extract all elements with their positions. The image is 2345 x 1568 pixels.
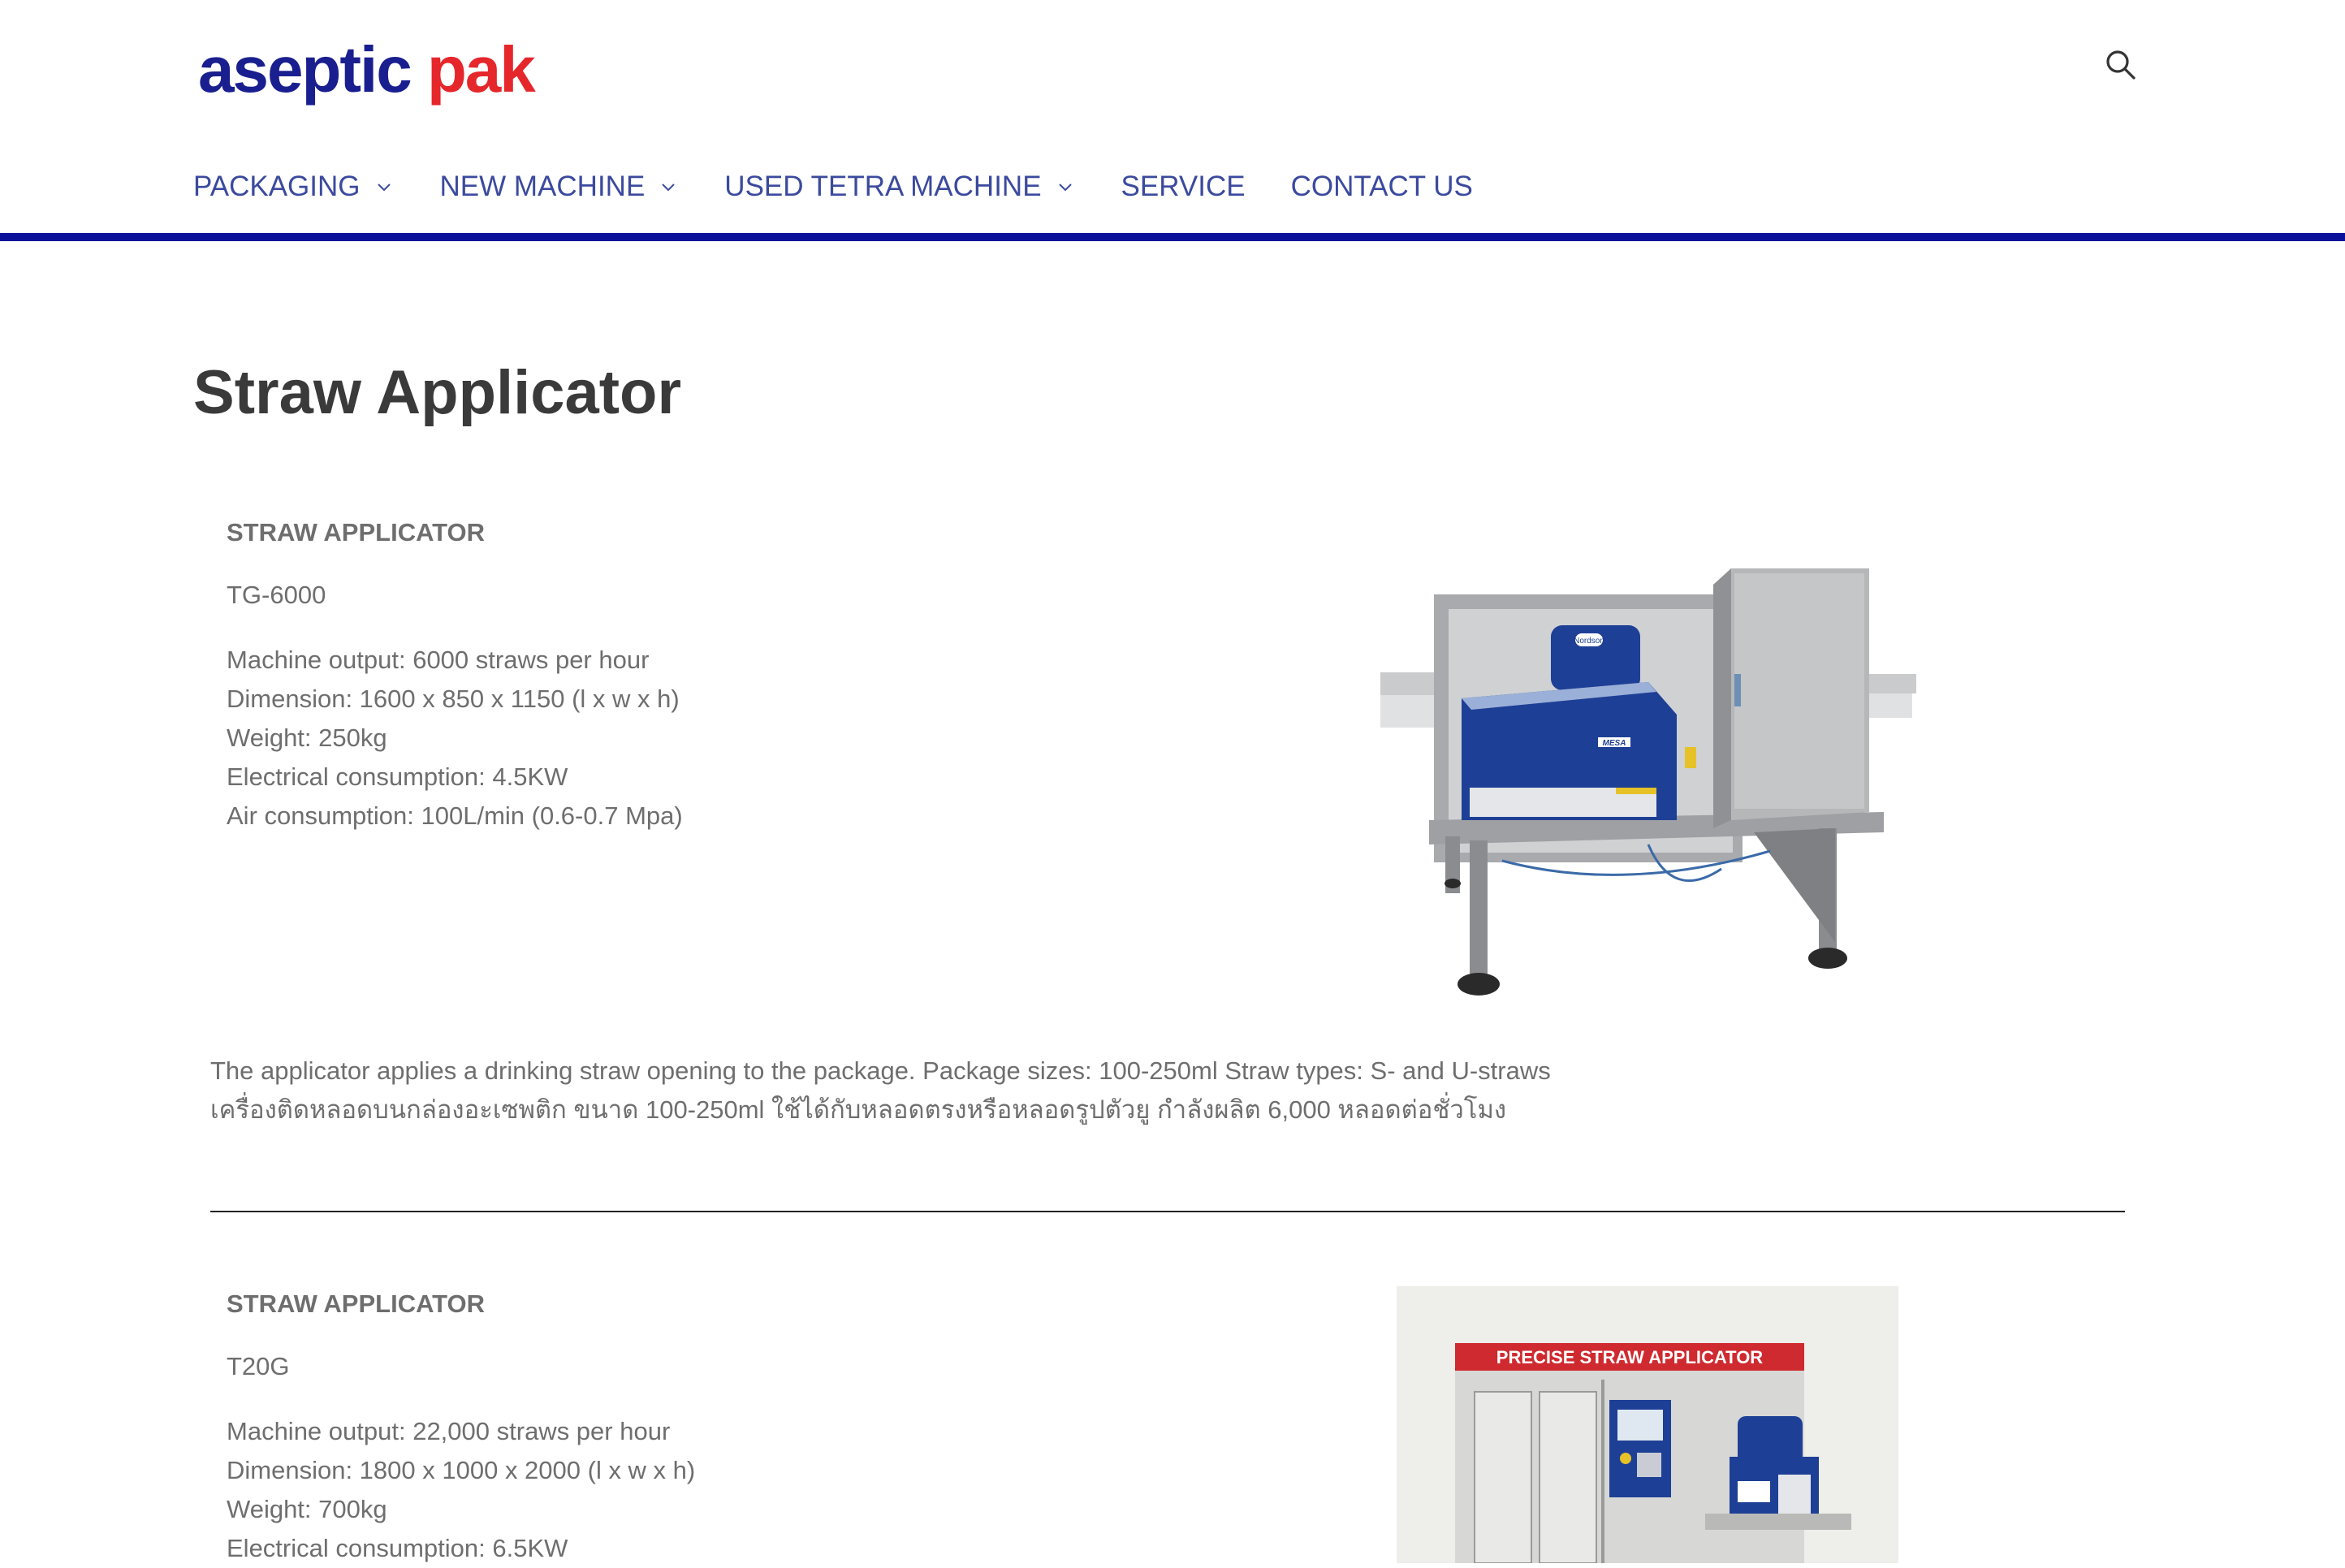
machine-illustration: PRECISE STRAW APPLICATOR — [1397, 1286, 1898, 1563]
product-description: The applicator applies a drinking straw … — [210, 1052, 1551, 1130]
product-title: STRAW APPLICATOR — [227, 518, 486, 546]
nav-item-service[interactable]: SERVICE — [1121, 171, 1246, 203]
spec-line: Air consumption: 100L/min (0.6-0.7 Mpa) — [227, 801, 683, 830]
image-badge-text: Nordson — [1574, 637, 1604, 646]
spec-line: Electrical consumption: 4.5KW — [227, 762, 568, 791]
description-line-en: The applicator applies a drinking straw … — [210, 1056, 1551, 1085]
spec-line: Dimension: 1800 x 1000 x 2000 (l x w x h… — [227, 1456, 696, 1484]
product-title: STRAW APPLICATOR — [227, 1289, 486, 1318]
spec-line: Dimension: 1600 x 850 x 1150 (l x w x h) — [227, 685, 680, 713]
image-banner-text: PRECISE STRAW APPLICATOR — [1496, 1347, 1764, 1367]
chevron-down-icon — [662, 184, 676, 192]
nav-item-label: PACKAGING — [193, 171, 361, 202]
product-specs: Machine output: 22,000 straws per hour D… — [227, 1412, 695, 1568]
product-block: STRAW APPLICATOR TG-6000 Machine output:… — [227, 518, 683, 836]
chevron-down-icon — [377, 184, 391, 192]
spec-line: Machine output: 6000 straws per hour — [227, 646, 650, 674]
site-logo[interactable]: aseptic pak — [198, 29, 536, 110]
main-nav: PACKAGING NEW MACHINE USED TETRA MACHINE… — [193, 162, 1518, 211]
image-brand-text: MESA — [1603, 739, 1626, 748]
nav-item-label: NEW MACHINE — [439, 171, 646, 202]
logo-text-pak: pak — [426, 33, 536, 106]
spec-line: Electrical consumption: 6.5KW — [227, 1534, 568, 1562]
nav-item-label: SERVICE — [1121, 171, 1246, 202]
spec-line: Weight: 700kg — [227, 1495, 387, 1523]
product-image-tg6000: Nordson MESA — [1380, 568, 1916, 996]
product-specs: Machine output: 6000 straws per hour Dim… — [227, 641, 683, 836]
nav-item-new-machine[interactable]: NEW MACHINE — [440, 171, 680, 203]
nav-divider — [0, 233, 2345, 241]
description-line-th: เครื่องติดหลอดบนกล่องอะเซพติก ขนาด 100-2… — [210, 1095, 1507, 1124]
nav-item-used-tetra-machine[interactable]: USED TETRA MACHINE — [724, 171, 1075, 203]
chevron-down-icon — [1058, 184, 1072, 192]
page-title: Straw Applicator — [193, 358, 682, 427]
section-divider — [210, 1211, 2125, 1212]
nav-item-label: CONTACT US — [1290, 171, 1473, 202]
nav-item-contact-us[interactable]: CONTACT US — [1291, 171, 1473, 203]
nav-item-packaging[interactable]: PACKAGING — [193, 171, 395, 203]
spec-line: Weight: 250kg — [227, 724, 387, 752]
search-icon — [2106, 50, 2136, 80]
nav-item-label: USED TETRA MACHINE — [724, 171, 1042, 202]
product-block: STRAW APPLICATOR T20G Machine output: 22… — [227, 1289, 695, 1568]
logo-text-aseptic: aseptic — [198, 33, 412, 106]
product-model: T20G — [227, 1352, 290, 1380]
product-image-t20g: PRECISE STRAW APPLICATOR — [1397, 1286, 1898, 1563]
spec-line: Machine output: 22,000 straws per hour — [227, 1417, 671, 1445]
product-model: TG-6000 — [227, 581, 326, 609]
site-header: aseptic pak PACKAGING NEW MACHINE USED T… — [0, 0, 2345, 241]
search-button[interactable] — [2101, 45, 2140, 84]
